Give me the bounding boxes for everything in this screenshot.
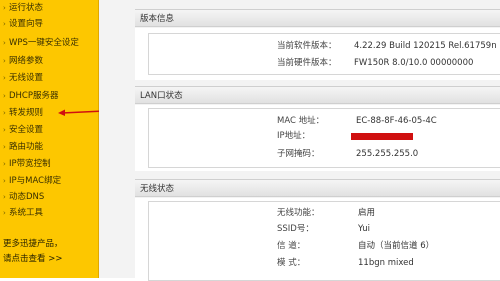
sidebar-item-label: 无线设置 [9, 73, 44, 83]
version-section-header: 版本信息 [135, 9, 500, 27]
hardware-version-label: 当前硬件版本： [277, 58, 337, 68]
lan-section-header: LAN口状态 [135, 86, 500, 104]
sidebar-item-label: 安全设置 [9, 125, 44, 135]
sidebar-item-wizard[interactable]: › 设置向导 [0, 16, 43, 32]
sidebar-item-label: 系统工具 [9, 208, 44, 218]
ssid-value: Yui [358, 224, 370, 234]
sidebar-item-label: 网络参数 [9, 56, 44, 66]
sidebar-item-label: DHCP服务器 [9, 91, 59, 101]
sidebar-item-wps[interactable]: › WPS一键安全设定 [0, 35, 79, 51]
software-version-value: 4.22.29 Build 120215 Rel.61759n [354, 41, 497, 51]
sidebar-item-label: 运行状态 [9, 3, 44, 13]
sidebar-item-wireless[interactable]: › 无线设置 [0, 70, 43, 86]
lan-panel: MAC 地址： EC-88-8F-46-05-4C IP地址： 子网掩码： 25… [148, 108, 500, 168]
mode-value: 11bgn mixed [358, 258, 414, 268]
channel-value: 自动（当前信道 6） [358, 241, 435, 251]
sidebar-item-label: 路由功能 [9, 142, 44, 152]
sidebar-item-security[interactable]: › 安全设置 [0, 122, 43, 138]
sidebar-item-ip-mac[interactable]: › IP与MAC绑定 [0, 173, 61, 189]
hardware-version-value: FW150R 8.0/10.0 00000000 [354, 58, 474, 68]
sidebar-item-network[interactable]: › 网络参数 [0, 53, 43, 69]
sidebar-item-bandwidth[interactable]: › IP带宽控制 [0, 156, 51, 172]
sidebar-item-status[interactable]: › 运行状态 [0, 0, 43, 16]
version-panel: 当前软件版本： 4.22.29 Build 120215 Rel.61759n … [148, 33, 500, 75]
ip-address-label: IP地址： [277, 131, 311, 141]
sidebar-item-label: 动态DNS [9, 192, 45, 202]
sidebar-item-label: WPS一键安全设定 [9, 38, 79, 48]
wireless-section-header: 无线状态 [135, 179, 500, 197]
more-products-text: 更多迅捷产品， [3, 239, 63, 249]
mode-label: 模 式： [277, 258, 306, 268]
sidebar-item-forwarding[interactable]: › 转发规则 [0, 105, 43, 121]
sidebar-item-label: 设置向导 [9, 19, 44, 29]
sidebar: › 运行状态 › 设置向导 › WPS一键安全设定 › 网络参数 › 无线设置 › DHCP… [0, 0, 99, 278]
sidebar-item-system-tools[interactable]: › 系统工具 [0, 205, 43, 221]
wireless-function-label: 无线功能： [277, 208, 320, 218]
subnet-mask-label: 子网掩码： [277, 149, 320, 159]
wireless-function-value: 启用 [358, 208, 376, 218]
wireless-panel: 无线功能： 启用 SSID号： Yui 信 道： 自动（当前信道 6） 模 式：… [148, 201, 500, 281]
software-version-label: 当前软件版本： [277, 41, 337, 51]
sidebar-item-ddns[interactable]: › 动态DNS [0, 189, 44, 205]
more-products-link[interactable]: 更多迅捷产品， 请点击查看 >> [3, 237, 95, 267]
sidebar-item-label: IP与MAC绑定 [9, 176, 62, 186]
subnet-mask-value: 255.255.255.0 [356, 149, 419, 159]
ip-address-redaction [351, 133, 413, 140]
mac-address-label: MAC 地址： [277, 116, 325, 126]
sidebar-item-label: IP带宽控制 [9, 159, 51, 169]
sidebar-item-routing[interactable]: › 路由功能 [0, 139, 43, 155]
mac-address-value: EC-88-8F-46-05-4C [356, 116, 437, 126]
sidebar-item-dhcp[interactable]: › DHCP服务器 [0, 88, 59, 104]
channel-label: 信 道： [277, 241, 306, 251]
sidebar-item-label: 转发规则 [9, 108, 44, 118]
view-more-text: 请点击查看 >> [3, 254, 63, 264]
ssid-label: SSID号： [277, 224, 314, 234]
